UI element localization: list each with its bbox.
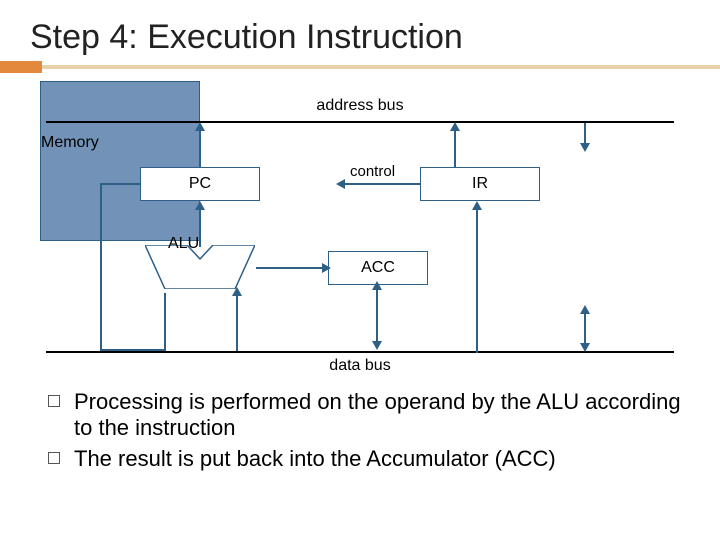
arrow-acc-data	[376, 287, 378, 345]
arrow-pc-down	[199, 209, 201, 247]
memory-label: Memory	[41, 134, 99, 151]
arrow-mem-data	[584, 311, 586, 347]
bullet-text: Processing is performed on the operand b…	[74, 389, 690, 442]
arrow-alu-acc	[256, 267, 326, 269]
acc-box: ACC	[328, 251, 428, 285]
address-bus-line	[46, 121, 674, 123]
arrowhead-mem-data-d	[580, 343, 590, 352]
accent-block	[0, 61, 42, 73]
arrow-pc-left-h	[100, 183, 140, 185]
accent-divider	[0, 65, 720, 69]
arrow-alu-left	[164, 293, 166, 351]
arrowhead-mem-addr	[580, 143, 590, 152]
arrowhead-alu-right	[232, 287, 242, 296]
arrow-alu-right	[236, 293, 238, 351]
address-bus-label: address bus	[316, 97, 403, 115]
memory-box: Memory	[40, 81, 200, 241]
alu-label: ALU	[168, 235, 199, 253]
arrowhead-mem-data-u	[580, 305, 590, 314]
alu-shape	[145, 245, 255, 289]
ir-box: IR	[420, 167, 540, 201]
arrowhead-acc-data-d	[372, 341, 382, 350]
arrow-control	[344, 183, 420, 185]
bullet-list: Processing is performed on the operand b…	[0, 381, 720, 472]
list-item: The result is put back into the Accumula…	[48, 446, 690, 472]
arrow-ir-data	[476, 209, 478, 353]
pc-box: PC	[140, 167, 260, 201]
list-item: Processing is performed on the operand b…	[48, 389, 690, 442]
cpu-diagram: address bus PC IR ACC Memory control ALU…	[40, 81, 680, 381]
control-label: control	[350, 163, 395, 180]
bullet-marker-icon	[48, 395, 60, 407]
arrow-pc-left-v	[100, 183, 102, 295]
arrow-alu-left-v	[100, 293, 102, 351]
arrowhead-pc-addr	[195, 122, 205, 131]
arrowhead-acc-data-u	[372, 281, 382, 290]
arrowhead-control	[336, 179, 345, 189]
arrowhead-pc-down	[195, 201, 205, 210]
bullet-marker-icon	[48, 452, 60, 464]
arrowhead-ir-data	[472, 201, 482, 210]
page-title: Step 4: Execution Instruction	[0, 0, 720, 65]
arrow-ir-addr	[454, 129, 456, 167]
data-bus-label: data bus	[329, 357, 390, 375]
bullet-text: The result is put back into the Accumula…	[74, 446, 556, 472]
arrowhead-alu-acc	[322, 263, 331, 273]
arrow-pc-addr	[199, 129, 201, 167]
arrowhead-ir-addr	[450, 122, 460, 131]
arrow-alu-left-h	[100, 349, 166, 351]
